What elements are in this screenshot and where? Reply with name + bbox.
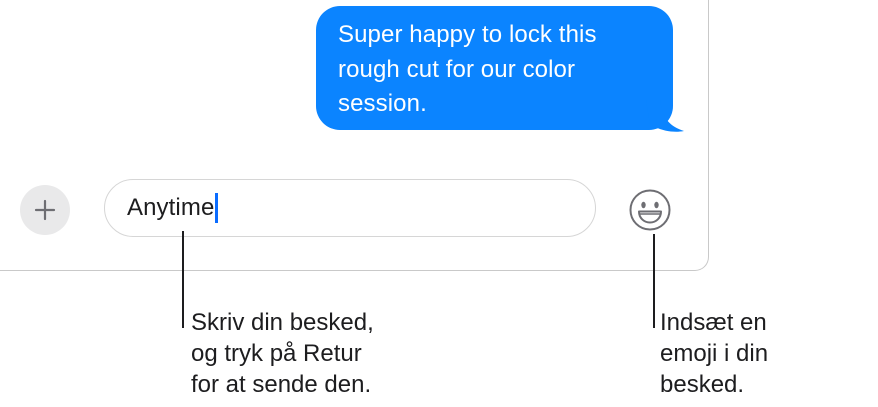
message-input[interactable]: Anytime (104, 179, 596, 237)
sent-message-text: Super happy to lock this rough cut for o… (338, 21, 597, 117)
message-input-text: Anytime (127, 194, 215, 221)
sent-message-bubble: Super happy to lock this rough cut for o… (316, 6, 673, 130)
message-bubble-tail (646, 100, 684, 132)
input-callout-text: Skriv din besked, og tryk på Retur for a… (191, 309, 374, 398)
plus-icon (34, 199, 56, 221)
emoji-button[interactable] (625, 185, 675, 235)
input-callout-line (182, 231, 184, 328)
add-attachment-button[interactable] (20, 185, 70, 235)
emoji-callout-text: Indsæt en emoji i din besked. (660, 309, 769, 398)
text-caret (215, 193, 219, 223)
smiley-face-icon (629, 189, 671, 231)
emoji-callout-line (653, 234, 655, 328)
